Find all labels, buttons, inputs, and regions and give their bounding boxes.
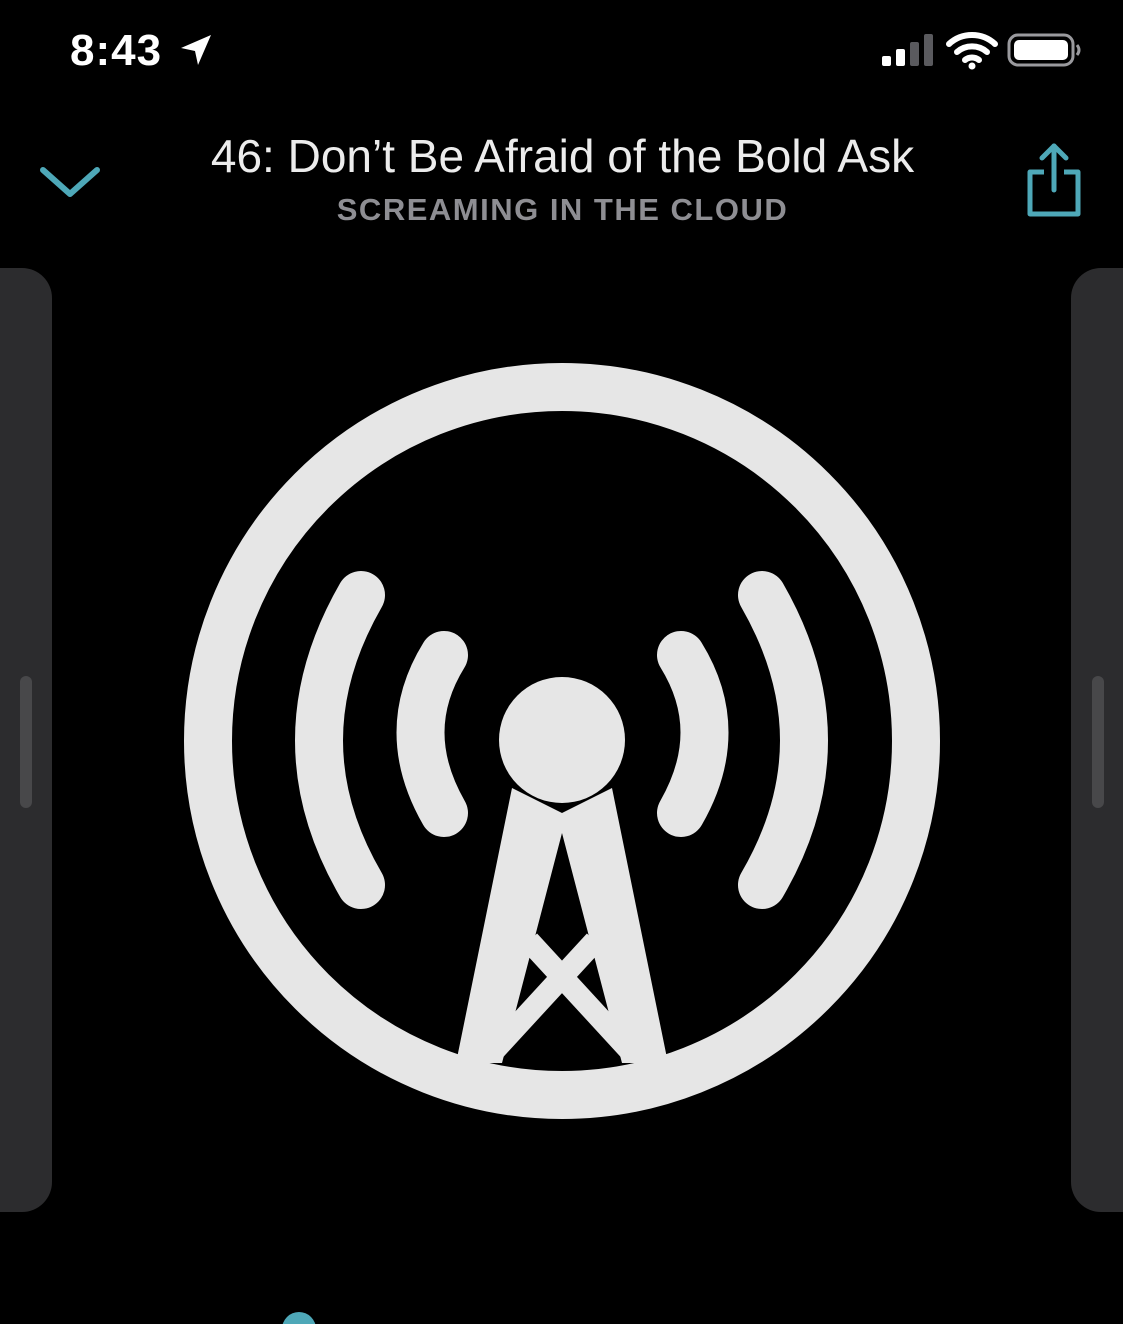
panel-handle[interactable]	[1092, 676, 1104, 808]
previous-panel[interactable]	[0, 268, 52, 1212]
panel-handle[interactable]	[20, 676, 32, 808]
share-button[interactable]	[1018, 138, 1090, 222]
collapse-button[interactable]	[30, 150, 110, 214]
battery-icon	[1007, 33, 1081, 67]
chevron-down-icon	[40, 167, 100, 197]
episode-title: 46: Don’t Be Afraid of the Bold Ask	[210, 130, 915, 182]
cellular-signal-icon	[882, 34, 933, 66]
status-time: 8:43	[70, 26, 163, 75]
location-arrow-icon	[181, 35, 211, 65]
now-playing-screen: 8:43 46: Don’t Be Afraid of the Bold Ask…	[0, 0, 1123, 1324]
next-panel[interactable]	[1071, 268, 1123, 1212]
overcast-broadcast-tower-icon	[184, 363, 940, 1119]
wifi-icon	[946, 32, 998, 70]
scrubber-knob[interactable]	[282, 1312, 316, 1324]
podcast-name[interactable]: SCREAMING IN THE CLOUD	[140, 190, 985, 230]
share-icon	[1027, 143, 1081, 217]
